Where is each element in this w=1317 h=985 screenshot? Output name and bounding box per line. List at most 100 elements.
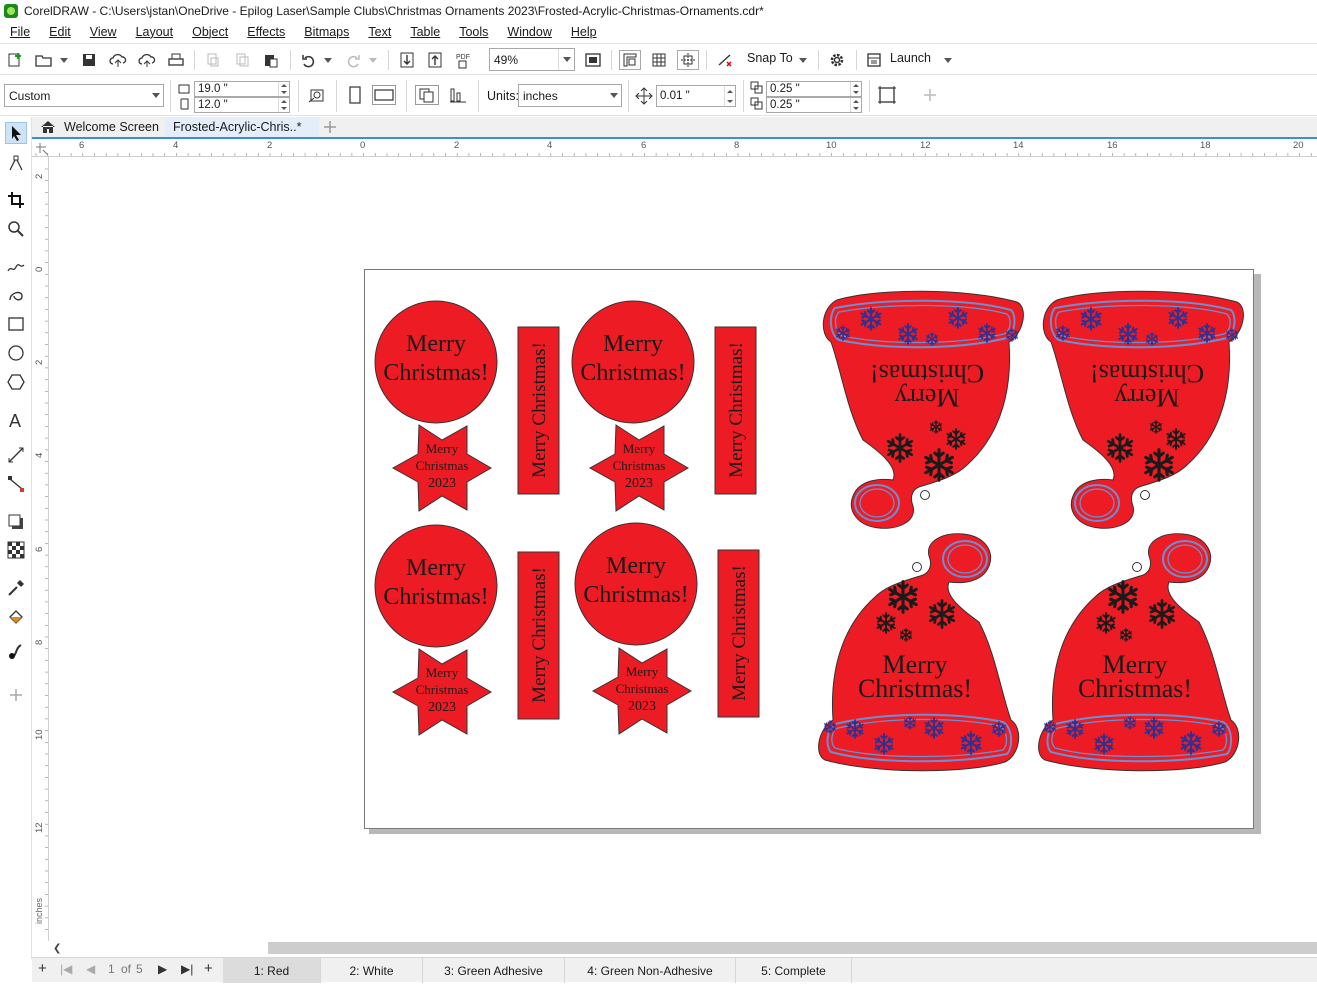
add-property-icon[interactable] bbox=[920, 85, 940, 105]
vertical-ruler[interactable]: 2 0 2 4 6 8 10 12 bbox=[32, 157, 49, 941]
santa-hat-ornament[interactable]: Merry Christmas! bbox=[1042, 290, 1245, 530]
open-folder-icon[interactable] bbox=[34, 50, 54, 70]
current-page-icon[interactable] bbox=[446, 85, 470, 105]
publish-pdf-icon[interactable]: PDF bbox=[453, 50, 475, 70]
next-page-icon[interactable]: ▶ bbox=[158, 962, 167, 976]
snap-to-dropdown[interactable] bbox=[797, 50, 809, 70]
nudge-distance-field[interactable]: 0.01 " bbox=[656, 85, 736, 107]
add-page-before-icon[interactable]: + bbox=[38, 960, 47, 977]
drop-shadow-tool-icon[interactable] bbox=[5, 511, 27, 533]
new-tab-button[interactable] bbox=[320, 117, 342, 137]
shape-tool-icon[interactable] bbox=[5, 153, 27, 175]
launch-dropdown[interactable] bbox=[942, 50, 954, 70]
new-document-icon[interactable] bbox=[6, 50, 24, 70]
show-grid-icon[interactable] bbox=[648, 50, 670, 70]
first-page-icon[interactable]: |◀ bbox=[60, 962, 72, 976]
menu-edit[interactable]: Edit bbox=[39, 25, 80, 39]
eyedropper-tool-icon[interactable] bbox=[5, 577, 27, 599]
launch-icon[interactable] bbox=[864, 50, 884, 70]
treat-as-filled-icon[interactable] bbox=[875, 85, 899, 105]
bar-ornament[interactable]: Merry Christmas! bbox=[517, 326, 560, 495]
undo-dropdown[interactable] bbox=[322, 50, 334, 70]
duplicate-x-spinner[interactable] bbox=[850, 82, 861, 96]
page-tab-complete[interactable]: 5: Complete bbox=[736, 958, 852, 983]
star-ornament[interactable]: Merry Christmas 2023 bbox=[391, 648, 492, 736]
zoom-tool-icon[interactable] bbox=[5, 218, 27, 240]
bar-ornament[interactable]: Merry Christmas! bbox=[517, 551, 560, 720]
star-ornament[interactable]: Merry Christmas 2023 bbox=[588, 424, 689, 512]
tab-welcome-screen[interactable]: Welcome Screen bbox=[32, 117, 167, 137]
transparency-tool-icon[interactable] bbox=[5, 539, 27, 561]
circle-ornament[interactable]: Merry Christmas! bbox=[574, 522, 698, 646]
last-page-icon[interactable]: ▶| bbox=[181, 962, 193, 976]
snap-off-icon[interactable] bbox=[714, 50, 736, 70]
import-icon[interactable] bbox=[397, 50, 417, 70]
star-ornament[interactable]: Merry Christmas 2023 bbox=[391, 424, 492, 512]
tab-document[interactable]: Frosted-Acrylic-Chris..* bbox=[165, 117, 319, 137]
crop-tool-icon[interactable] bbox=[5, 189, 27, 211]
pick-tool-icon[interactable] bbox=[5, 122, 27, 144]
freehand-tool-icon[interactable] bbox=[5, 255, 27, 277]
menu-layout[interactable]: Layout bbox=[126, 25, 183, 39]
redo-dropdown[interactable] bbox=[367, 50, 379, 70]
redo-icon[interactable] bbox=[343, 50, 363, 70]
bar-ornament[interactable]: Merry Christmas! bbox=[714, 326, 757, 495]
santa-hat-ornament[interactable]: Merry Christmas! bbox=[817, 532, 1020, 772]
text-tool-icon[interactable]: A bbox=[5, 409, 27, 431]
star-ornament[interactable]: Merry Christmas 2023 bbox=[591, 647, 692, 735]
menu-bitmaps[interactable]: Bitmaps bbox=[294, 25, 358, 39]
circle-ornament[interactable]: Merry Christmas! bbox=[374, 300, 498, 424]
snap-to-menu[interactable]: Snap To bbox=[747, 51, 793, 65]
save-icon[interactable] bbox=[80, 50, 98, 70]
page-height-field[interactable]: 12.0 " bbox=[194, 97, 290, 113]
zoom-level-field[interactable]: 49% bbox=[489, 48, 575, 71]
duplicate-x-field[interactable]: 0.25 " bbox=[766, 81, 862, 97]
rectangle-tool-icon[interactable] bbox=[5, 313, 27, 335]
scrollbar-thumb[interactable] bbox=[268, 942, 1317, 954]
menu-window[interactable]: Window bbox=[497, 25, 560, 39]
cut-icon[interactable] bbox=[203, 50, 223, 70]
zoom-dropdown-icon[interactable] bbox=[558, 49, 574, 70]
all-pages-size-icon[interactable] bbox=[306, 85, 328, 105]
horizontal-ruler[interactable]: 6 4 2 0 2 4 6 8 10 12 14 16 18 20 bbox=[32, 140, 1317, 157]
cloud-upload-icon[interactable] bbox=[108, 50, 128, 70]
show-rulers-icon[interactable] bbox=[619, 50, 641, 70]
duplicate-y-spinner[interactable] bbox=[850, 98, 861, 112]
page-tab-white[interactable]: 2: White bbox=[321, 958, 423, 983]
menu-table[interactable]: Table bbox=[400, 25, 449, 39]
units-select[interactable]: inches bbox=[518, 84, 622, 107]
bar-ornament[interactable]: Merry Christmas! bbox=[717, 549, 760, 718]
menu-tools[interactable]: Tools bbox=[449, 25, 497, 39]
export-icon[interactable] bbox=[425, 50, 445, 70]
drawing-canvas[interactable]: Merry Christmas! Merry Christmas! Merry … bbox=[50, 157, 1317, 941]
santa-hat-ornament[interactable]: Merry Christmas! bbox=[1037, 532, 1240, 772]
ellipse-tool-icon[interactable] bbox=[5, 342, 27, 364]
ornament-artwork[interactable]: Merry Christmas! Merry Christmas! Merry … bbox=[365, 270, 1255, 830]
smart-fill-tool-icon[interactable] bbox=[5, 641, 27, 663]
scroll-left-icon[interactable]: ❮ bbox=[53, 943, 61, 954]
print-icon[interactable] bbox=[166, 50, 186, 70]
menu-help[interactable]: Help bbox=[561, 25, 606, 39]
page-tab-green-non-adhesive[interactable]: 4: Green Non-Adhesive bbox=[565, 958, 736, 983]
page-width-field[interactable]: 19.0 " bbox=[194, 81, 290, 97]
open-recent-dropdown[interactable] bbox=[58, 50, 70, 70]
menu-file[interactable]: File bbox=[0, 25, 39, 39]
horizontal-scrollbar[interactable]: ❮ bbox=[50, 941, 1317, 955]
add-page-after-icon[interactable]: + bbox=[204, 960, 213, 977]
page-tab-green-adhesive[interactable]: 3: Green Adhesive bbox=[423, 958, 565, 983]
duplicate-y-field[interactable]: 0.25 " bbox=[766, 97, 862, 113]
undo-icon[interactable] bbox=[299, 50, 319, 70]
previous-page-icon[interactable]: ◀ bbox=[86, 962, 95, 976]
add-tool-icon[interactable] bbox=[5, 684, 27, 706]
menu-effects[interactable]: Effects bbox=[237, 25, 294, 39]
options-gear-icon[interactable] bbox=[826, 50, 848, 70]
connector-tool-icon[interactable] bbox=[5, 473, 27, 495]
page-width-spinner[interactable] bbox=[278, 82, 289, 96]
menu-view[interactable]: View bbox=[80, 25, 126, 39]
page-height-spinner[interactable] bbox=[278, 98, 289, 112]
document-page[interactable]: Merry Christmas! Merry Christmas! Merry … bbox=[364, 269, 1254, 829]
full-screen-preview-icon[interactable] bbox=[582, 50, 604, 70]
dimension-tool-icon[interactable] bbox=[5, 444, 27, 466]
page-tab-red[interactable]: 1: Red bbox=[223, 958, 321, 983]
circle-ornament[interactable]: Merry Christmas! bbox=[374, 524, 498, 648]
